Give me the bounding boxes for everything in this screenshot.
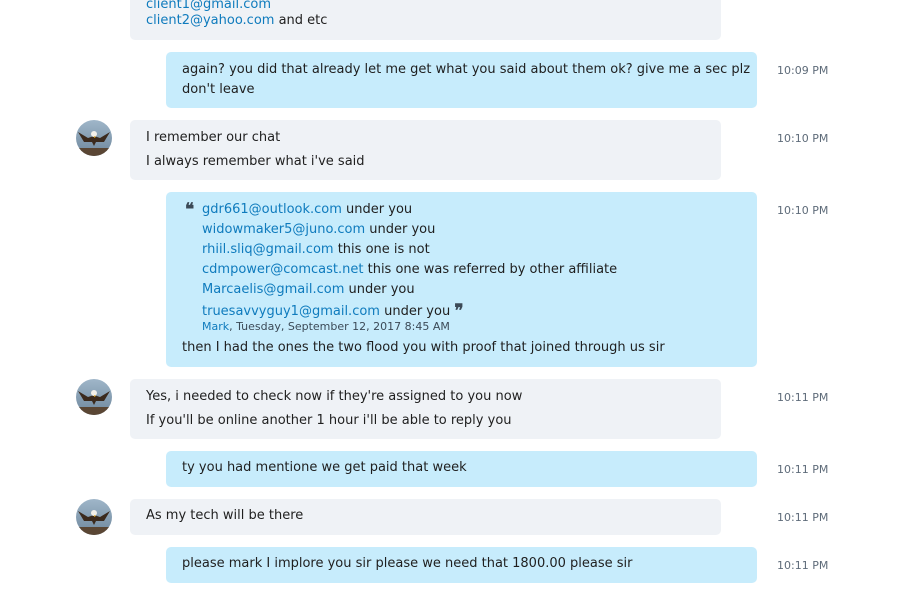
message-bubble[interactable]: ty you had mentione we get paid that wee…	[166, 451, 757, 487]
quote-date: , Tuesday, September 12, 2017 8:45 AM	[229, 320, 450, 333]
message-bubble[interactable]: client1@gmail.com client2@yahoo.com and …	[130, 0, 721, 40]
message-text: please mark I implore you sir please we …	[182, 556, 633, 571]
message-line: client2@yahoo.com and etc	[146, 13, 327, 29]
message-bubble[interactable]: As my tech will be there	[130, 499, 721, 535]
email-link[interactable]: rhiil.sliq@gmail.com	[202, 242, 334, 257]
email-link[interactable]: client2@yahoo.com	[146, 13, 274, 28]
message-text: ty you had mentione we get paid that wee…	[182, 460, 467, 475]
eagle-avatar-icon[interactable]	[76, 379, 112, 415]
message-text: Yes, i needed to check now if they're as…	[146, 389, 523, 404]
quote-open-icon: ❝	[185, 200, 195, 220]
message-bubble[interactable]: please mark I implore you sir please we …	[166, 547, 757, 583]
email-link[interactable]: gdr661@outlook.com	[202, 202, 342, 217]
quote-attribution: Mark, Tuesday, September 12, 2017 8:45 A…	[202, 319, 450, 335]
message-text: and etc	[274, 13, 328, 28]
quote-line: truesavvyguy1@gmail.com under you ❞	[202, 301, 464, 321]
message-bubble[interactable]: ❝ gdr661@outlook.com under you widowmake…	[166, 192, 757, 367]
message-bubble[interactable]: Yes, i needed to check now if they're as…	[130, 379, 721, 439]
email-link[interactable]: truesavvyguy1@gmail.com	[202, 304, 380, 319]
quote-line: rhiil.sliq@gmail.com this one is not	[202, 242, 430, 257]
quote-close-icon: ❞	[454, 301, 464, 321]
quote-line: gdr661@outlook.com under you	[202, 202, 413, 217]
message-timestamp: 10:10 PM	[777, 132, 829, 145]
email-link[interactable]: cdmpower@comcast.net	[202, 262, 363, 277]
message-timestamp: 10:11 PM	[777, 511, 829, 524]
eagle-avatar-icon[interactable]	[76, 120, 112, 156]
email-link[interactable]: Marcaelis@gmail.com	[202, 282, 344, 297]
email-link[interactable]: widowmaker5@juno.com	[202, 222, 365, 237]
message-timestamp: 10:09 PM	[777, 64, 829, 77]
message-timestamp: 10:11 PM	[777, 391, 829, 404]
message-timestamp: 10:10 PM	[777, 204, 829, 217]
message-line: client1@gmail.com	[146, 0, 271, 13]
message-timestamp: 10:11 PM	[777, 463, 829, 476]
quote-author-link[interactable]: Mark	[202, 320, 229, 333]
message-bubble[interactable]: again? you did that already let me get w…	[166, 52, 757, 108]
quote-line: cdmpower@comcast.net this one was referr…	[202, 262, 618, 277]
message-text: If you'll be online another 1 hour i'll …	[146, 413, 512, 428]
message-text: again? you did that already let me get w…	[182, 62, 751, 77]
message-bubble[interactable]: I remember our chat I always remember wh…	[130, 120, 721, 180]
message-timestamp: 10:11 PM	[777, 559, 829, 572]
email-link[interactable]: client1@gmail.com	[146, 0, 271, 12]
message-text: I remember our chat	[146, 130, 281, 145]
message-text: then I had the ones the two flood you wi…	[182, 340, 665, 355]
quote-line: Marcaelis@gmail.com under you	[202, 282, 415, 297]
message-text: As my tech will be there	[146, 508, 304, 523]
message-text: I always remember what i've said	[146, 154, 365, 169]
chat-conversation: client1@gmail.com client2@yahoo.com and …	[0, 0, 910, 595]
eagle-avatar-icon[interactable]	[76, 499, 112, 535]
quote-line: widowmaker5@juno.com under you	[202, 222, 436, 237]
message-text: don't leave	[182, 82, 255, 97]
